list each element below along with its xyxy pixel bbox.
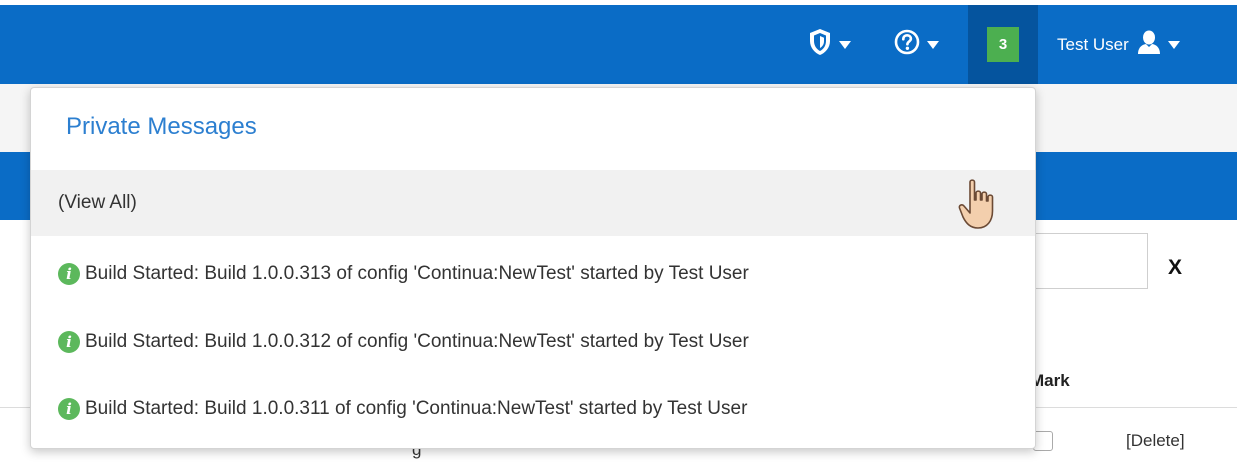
- chevron-down-icon: [1167, 40, 1180, 49]
- info-icon: i: [58, 331, 80, 353]
- filter-input[interactable]: [1030, 233, 1148, 289]
- top-nav-bar: 3 Test User: [0, 0, 1237, 84]
- hand-cursor-icon: [958, 178, 1006, 237]
- info-icon: i: [58, 263, 80, 285]
- message-item[interactable]: i Build Started: Build 1.0.0.312 of conf…: [31, 312, 1035, 372]
- message-text: Build Started: Build 1.0.0.313 of config…: [85, 263, 749, 284]
- help-icon: [894, 29, 920, 60]
- view-all-label: (View All): [58, 192, 137, 213]
- chevron-down-icon: [927, 40, 939, 49]
- private-messages-dropdown: Private Messages (View All) i Build Star…: [30, 87, 1036, 449]
- user-menu[interactable]: Test User: [1057, 5, 1180, 84]
- message-item[interactable]: i Build Started: Build 1.0.0.311 of conf…: [31, 379, 1035, 439]
- clear-filter-button[interactable]: X: [1168, 256, 1182, 280]
- shield-icon: [808, 28, 832, 61]
- message-text: Build Started: Build 1.0.0.311 of config…: [85, 398, 748, 419]
- view-all-link[interactable]: (View All): [31, 170, 1035, 236]
- notification-count-badge: 3: [987, 27, 1019, 62]
- info-icon: i: [58, 398, 80, 420]
- dropdown-title[interactable]: Private Messages: [66, 113, 257, 141]
- mark-checkbox[interactable]: [1033, 431, 1053, 451]
- delete-link[interactable]: [Delete]: [1126, 431, 1185, 451]
- message-item[interactable]: i Build Started: Build 1.0.0.313 of conf…: [31, 244, 1035, 304]
- chevron-down-icon: [839, 40, 851, 49]
- user-name: Test User: [1057, 34, 1129, 54]
- message-text: Build Started: Build 1.0.0.312 of config…: [85, 331, 749, 352]
- private-messages-toggle[interactable]: 3: [968, 5, 1038, 84]
- security-menu[interactable]: [808, 5, 851, 84]
- help-menu[interactable]: [894, 5, 939, 84]
- user-icon: [1137, 29, 1161, 60]
